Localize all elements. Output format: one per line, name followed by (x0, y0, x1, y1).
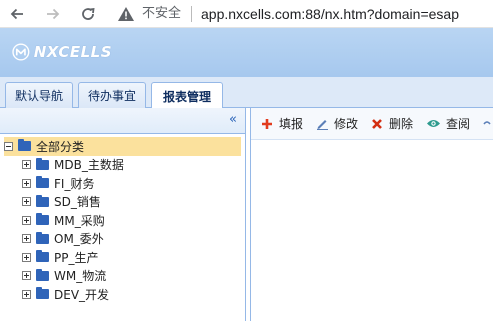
tree-item[interactable]: DEV_开发 (0, 285, 245, 304)
category-tree: 全部分类 MDB_主数据 FI_财务 SD_销售 MM_采购 OM_委外 PP_… (0, 134, 245, 304)
plus-icon (262, 118, 272, 129)
back-button[interactable] (6, 3, 28, 25)
folder-icon (36, 231, 49, 244)
expand-node-icon[interactable] (22, 178, 31, 188)
folder-icon (36, 176, 49, 189)
folder-icon (36, 157, 49, 170)
tree-item[interactable]: MDB_主数据 (0, 156, 245, 175)
expand-node-icon[interactable] (22, 197, 31, 207)
collapse-node-icon[interactable] (4, 141, 13, 151)
fill-button-label: 填报 (279, 117, 304, 131)
collapse-panel-icon[interactable]: « (229, 112, 237, 127)
edit-button-label: 修改 (334, 117, 359, 131)
back-arrow-icon (10, 8, 23, 20)
insecure-label[interactable]: 不安全 (142, 5, 181, 23)
fill-button[interactable]: 填报 (261, 115, 303, 132)
more-button-partial[interactable] (483, 119, 491, 129)
expand-node-icon[interactable] (22, 271, 31, 281)
tree-panel-header: « (0, 108, 245, 134)
category-tree-panel: « 全部分类 MDB_主数据 FI_财务 SD_销售 MM_采购 OM_委外 P… (0, 108, 246, 321)
tree-item[interactable]: FI_财务 (0, 174, 245, 193)
edit-button[interactable]: 修改 (316, 115, 358, 132)
view-button-label: 查阅 (446, 117, 471, 131)
tab-strip: 默认导航 待办事宜 报表管理 (0, 77, 493, 109)
report-toolbar: 填报 修改 删除 查阅 (251, 108, 493, 140)
pencil-icon (317, 120, 329, 130)
tree-item-root[interactable]: 全部分类 (4, 137, 241, 156)
tree-item[interactable]: SD_销售 (0, 193, 245, 212)
app-header: NXCELLS (0, 28, 493, 77)
tree-item-label: MM_采购 (54, 213, 105, 228)
eye-icon (427, 120, 441, 127)
expand-node-icon[interactable] (22, 234, 31, 244)
folder-icon (18, 139, 31, 152)
expand-node-icon[interactable] (22, 289, 31, 299)
tree-item-label: MDB_主数据 (54, 158, 124, 173)
folder-icon (36, 194, 49, 207)
tree-item-label: WM_物流 (54, 269, 107, 284)
tree-item-label: PP_生产 (54, 250, 99, 265)
address-bar-url[interactable]: app.nxcells.com:88/nx.htm?domain=esap (201, 4, 459, 24)
reload-button[interactable] (77, 3, 99, 25)
forward-button[interactable] (42, 3, 64, 25)
report-content-panel: 填报 修改 删除 查阅 (250, 108, 493, 321)
tree-item-label: SD_销售 (54, 195, 101, 210)
folder-icon (36, 213, 49, 226)
tree-item[interactable]: PP_生产 (0, 248, 245, 267)
tree-item-label: FI_财务 (54, 176, 95, 191)
tree-item[interactable]: OM_委外 (0, 230, 245, 249)
more-icon (483, 120, 491, 124)
view-button[interactable]: 查阅 (426, 115, 470, 132)
warning-icon[interactable] (117, 5, 135, 23)
reload-icon (82, 7, 95, 20)
app-logo: NXCELLS (12, 38, 112, 66)
tree-item[interactable]: MM_采购 (0, 211, 245, 230)
expand-node-icon[interactable] (22, 160, 31, 170)
tree-item-label: DEV_开发 (54, 287, 110, 302)
logo-text: NXCELLS (33, 43, 112, 61)
delete-x-icon (372, 118, 382, 129)
tab-todo[interactable]: 待办事宜 (78, 82, 146, 108)
tab-report-management[interactable]: 报表管理 (151, 82, 223, 109)
address-divider (191, 6, 192, 22)
tree-item-label: 全部分类 (36, 139, 85, 154)
folder-icon (36, 250, 49, 263)
tree-item[interactable]: WM_物流 (0, 267, 245, 286)
tree-item-label: OM_委外 (54, 232, 104, 247)
logo-mark-icon (12, 43, 30, 61)
expand-node-icon[interactable] (22, 215, 31, 225)
browser-toolbar: 不安全 app.nxcells.com:88/nx.htm?domain=esa… (0, 0, 493, 28)
folder-icon (36, 287, 49, 300)
delete-button[interactable]: 删除 (371, 115, 413, 132)
forward-arrow-icon (47, 8, 60, 20)
tab-default-nav[interactable]: 默认导航 (5, 82, 73, 108)
delete-button-label: 删除 (389, 117, 414, 131)
expand-node-icon[interactable] (22, 252, 31, 262)
folder-icon (36, 268, 49, 281)
